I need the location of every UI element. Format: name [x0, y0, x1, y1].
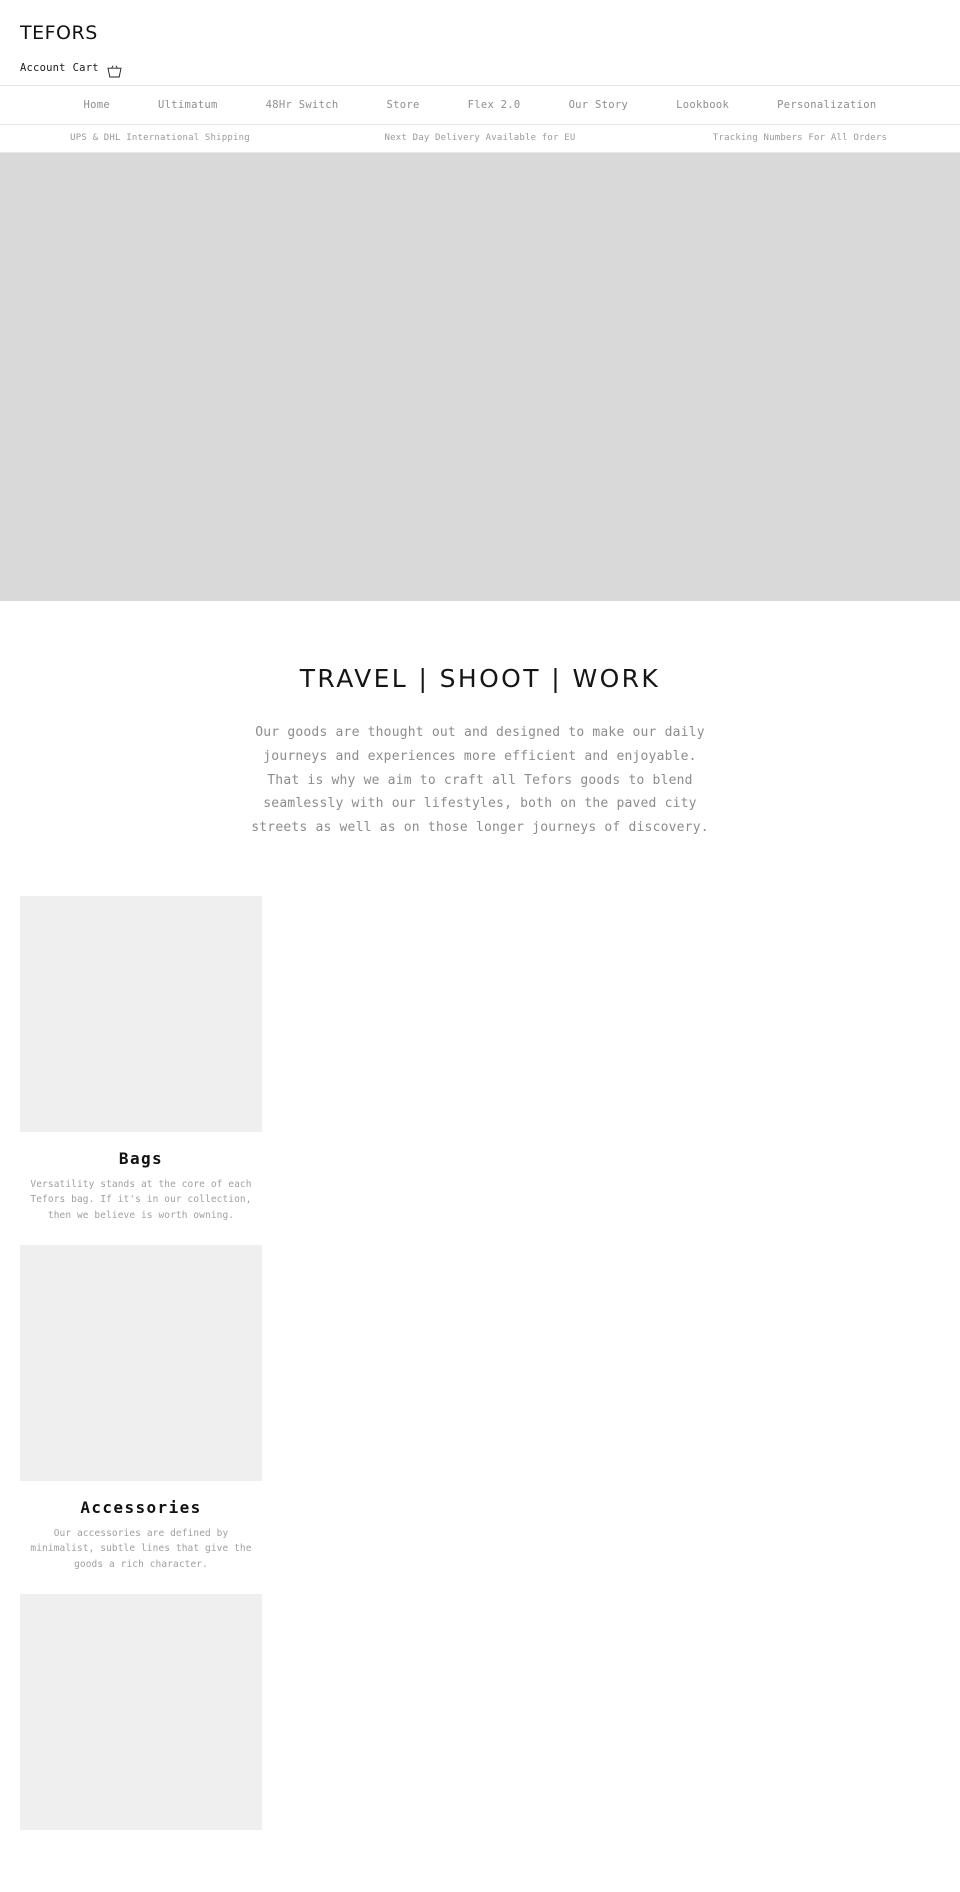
announcement-bar: UPS & DHL International Shipping Next Da…	[0, 124, 960, 153]
nav-link-our-story[interactable]: Our Story	[545, 100, 653, 111]
shopping-basket-icon[interactable]	[107, 63, 122, 78]
category-card-bags[interactable]: Bags Versatility stands at the core of e…	[20, 895, 262, 1223]
nav-item-store[interactable]: Store	[362, 100, 443, 111]
intro-body-text: Our goods are thought out and designed t…	[251, 725, 709, 835]
category-cards: Bags Versatility stands at the core of e…	[0, 895, 960, 1892]
nav-item-flex-2-0[interactable]: Flex 2.0	[444, 100, 545, 111]
nav-item-ultimatum[interactable]: Ultimatum	[134, 100, 242, 111]
nav-item-48hr-switch[interactable]: 48Hr Switch	[242, 100, 363, 111]
category-image-third[interactable]	[20, 1594, 262, 1831]
nav-link-store[interactable]: Store	[362, 100, 443, 111]
category-description-accessories: Our accessories are defined by minimalis…	[30, 1528, 252, 1570]
main-navigation: Home Ultimatum 48Hr Switch Store Flex 2.…	[0, 84, 960, 125]
announcement-shipping: UPS & DHL International Shipping	[70, 132, 250, 143]
announcement-delivery: Next Day Delivery Available for EU	[384, 132, 576, 143]
nav-link-home[interactable]: Home	[60, 100, 135, 111]
header-utility-links: Account Cart	[20, 62, 940, 78]
nav-list: Home Ultimatum 48Hr Switch Store Flex 2.…	[60, 100, 901, 111]
nav-item-home[interactable]: Home	[60, 100, 135, 111]
intro-heading: TRAVEL | SHOOT | WORK	[299, 663, 661, 693]
brand-logo[interactable]: TEFORS	[20, 22, 940, 45]
nav-item-personalization[interactable]: Personalization	[753, 100, 900, 111]
page-root: TEFORS Account Cart Home Ultimatum 48Hr …	[0, 0, 960, 1892]
category-title-accessories: Accessories	[80, 1497, 202, 1517]
cart-link[interactable]: Cart	[73, 63, 99, 74]
category-image-accessories[interactable]	[20, 1244, 262, 1481]
nav-item-lookbook[interactable]: Lookbook	[652, 100, 753, 111]
intro-section: TRAVEL | SHOOT | WORK Our goods are thou…	[0, 601, 960, 840]
category-image-bags[interactable]	[20, 895, 262, 1132]
category-card-accessories[interactable]: Accessories Our accessories are defined …	[20, 1244, 262, 1572]
site-header: TEFORS Account Cart	[0, 0, 960, 85]
nav-link-personalization[interactable]: Personalization	[753, 100, 900, 111]
nav-link-lookbook[interactable]: Lookbook	[652, 100, 753, 111]
nav-link-48hr-switch[interactable]: 48Hr Switch	[242, 100, 363, 111]
hero-image[interactable]	[0, 152, 960, 601]
category-card-third[interactable]	[20, 1594, 262, 1831]
nav-item-our-story[interactable]: Our Story	[545, 100, 653, 111]
nav-link-flex-2-0[interactable]: Flex 2.0	[444, 100, 545, 111]
category-description-bags: Versatility stands at the core of each T…	[30, 1178, 252, 1221]
category-title-bags: Bags	[118, 1148, 164, 1168]
account-link[interactable]: Account	[20, 63, 66, 74]
nav-link-ultimatum[interactable]: Ultimatum	[134, 100, 242, 111]
announcement-tracking: Tracking Numbers For All Orders	[712, 132, 888, 143]
